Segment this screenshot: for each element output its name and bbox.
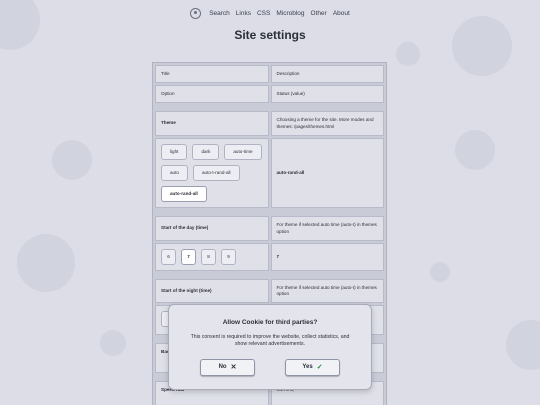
day-start-description: For theme if selected auto time (auto-t)… <box>270 216 384 241</box>
bg-bubble <box>430 262 450 282</box>
day-option-7[interactable]: 7 <box>181 248 196 265</box>
nav-link-search[interactable]: Search <box>209 10 230 17</box>
day-option-8[interactable]: 8 <box>201 248 216 265</box>
nav-link-about[interactable]: About <box>333 10 350 17</box>
theme-value: auto-rand-all <box>270 137 384 209</box>
header-status-cell: Status (value) <box>270 85 384 104</box>
theme-label: Theme <box>155 111 269 136</box>
day-start-section: Start of the day (time) For theme if sel… <box>153 214 386 273</box>
cookie-yes-button[interactable]: Yes ✓ <box>285 358 340 376</box>
header-description-cell: Description <box>270 65 384 84</box>
header-title-cell: Title <box>155 65 269 84</box>
theme-option-auto-rand-all[interactable]: auto-rand-all <box>161 186 207 203</box>
bg-bubble <box>17 234 75 292</box>
top-nav: Search Links CSS Microblog Other About <box>0 6 540 20</box>
site-logo-icon[interactable] <box>190 7 202 19</box>
night-start-label: Start of the night (time) <box>155 278 269 304</box>
day-start-value: 7 <box>270 242 384 271</box>
nav-link-microblog[interactable]: Microblog <box>276 10 304 17</box>
nav-link-links[interactable]: Links <box>236 10 251 17</box>
cookie-dialog-title: Allow Cookie for third parties? <box>222 319 318 326</box>
cookie-consent-dialog: Allow Cookie for third parties? This con… <box>168 304 372 390</box>
nav-link-other[interactable]: Other <box>311 10 327 17</box>
theme-option-auto[interactable]: auto <box>161 164 188 182</box>
bg-bubble <box>52 140 92 180</box>
day-option-6[interactable]: 6 <box>161 248 176 265</box>
bg-bubble <box>396 42 420 66</box>
close-icon: ✕ <box>230 364 237 372</box>
theme-options: light dark auto-time auto auto-t-rand-al… <box>155 137 269 209</box>
nav-link-css[interactable]: CSS <box>257 10 270 17</box>
theme-option-light[interactable]: light <box>161 143 188 160</box>
header-option-cell: Option <box>155 85 269 104</box>
bg-bubble <box>452 16 512 76</box>
cookie-dialog-description: This consent is required to improve the … <box>190 334 350 348</box>
cookie-no-label: No <box>218 364 227 371</box>
page-title: Site settings <box>234 28 306 42</box>
day-start-options: 6 7 8 9 <box>155 242 269 271</box>
night-start-description: For theme if selected auto time (auto-t)… <box>270 278 384 304</box>
cookie-no-button[interactable]: No ✕ <box>200 358 255 376</box>
theme-option-auto-t-rand-all[interactable]: auto-t-rand-all <box>192 164 240 182</box>
day-option-9[interactable]: 9 <box>221 248 236 265</box>
theme-description: Choosing a theme for the site. More mode… <box>270 111 384 136</box>
day-start-label: Start of the day (time) <box>155 216 269 241</box>
bg-bubble <box>506 320 540 370</box>
cookie-yes-label: Yes <box>302 364 313 371</box>
table-header-section: Title Description Option Status (value) <box>153 63 386 106</box>
bg-bubble <box>455 130 495 170</box>
theme-section: Theme Choosing a theme for the site. Mor… <box>153 109 386 211</box>
theme-option-auto-time[interactable]: auto-time <box>224 143 262 160</box>
check-icon: ✓ <box>316 364 323 372</box>
theme-option-dark[interactable]: dark <box>192 143 220 160</box>
bg-bubble <box>100 330 126 356</box>
